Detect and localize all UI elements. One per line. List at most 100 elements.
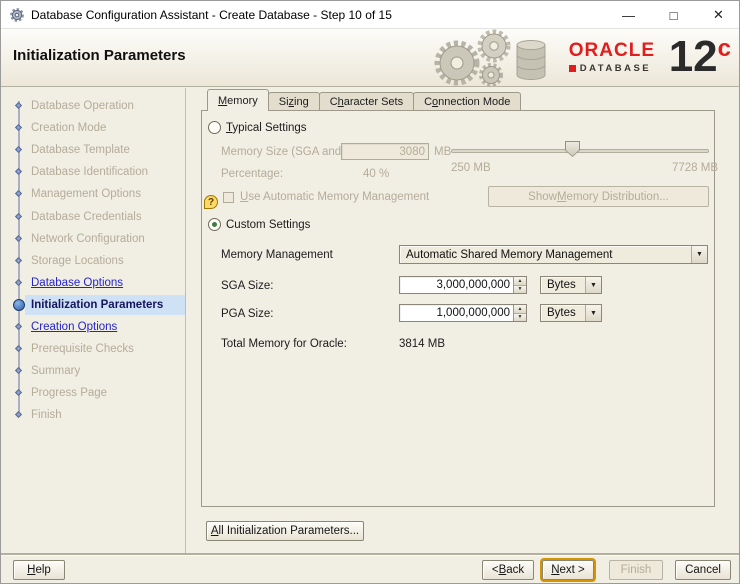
sidebar-item-network-configuration: Network Configuration (1, 228, 186, 250)
oracle-logo: ORACLE DATABASE (568, 40, 655, 74)
step-bullet-icon (14, 190, 22, 198)
database-wordmark: DATABASE (579, 63, 652, 74)
version-letter: c (717, 35, 731, 62)
step-bullet-icon (14, 278, 22, 286)
step-bullet-icon (14, 389, 22, 397)
window-title: Database Configuration Assistant - Creat… (31, 8, 392, 22)
header-banner: Initialization Parameters ORACLE DATABAS… (1, 29, 739, 87)
sidebar-item-initialization-parameters: Initialization Parameters (1, 294, 186, 316)
gears-icon (434, 29, 511, 87)
step-bullet-icon (14, 411, 22, 419)
sidebar-item-database-identification: Database Identification (1, 161, 186, 183)
pga-size-label: PGA Size: (221, 308, 274, 320)
sga-size-label: SGA Size: (221, 280, 274, 292)
slider-max-label: 7728 MB (672, 162, 719, 174)
step-bullet-icon (14, 367, 22, 375)
all-initialization-parameters-button[interactable]: All Initialization Parameters... (206, 521, 364, 541)
total-memory-value: 3814 MB (399, 338, 446, 350)
total-memory-label: Total Memory for Oracle: (221, 338, 347, 350)
pga-spinner-down-icon[interactable]: ▼ (514, 313, 526, 321)
sidebar-item-creation-options[interactable]: Creation Options (1, 316, 186, 338)
sidebar-item-management-options: Management Options (1, 183, 186, 205)
tab-memory[interactable]: Memory (207, 89, 269, 111)
back-button[interactable]: < Back (482, 560, 534, 580)
step-bullet-icon (14, 234, 22, 242)
custom-settings-label: Custom Settings (226, 219, 311, 231)
app-icon (10, 8, 24, 22)
percentage-value: 40 % (363, 168, 390, 180)
step-bullet-icon (14, 322, 22, 331)
radio-selected-dot-icon (212, 222, 217, 227)
oracle-wordmark: ORACLE (568, 40, 655, 61)
sidebar-item-database-credentials: Database Credentials (1, 205, 186, 227)
typical-settings-radio[interactable] (208, 121, 221, 134)
sidebar-item-creation-mode: Creation Mode (1, 117, 186, 139)
memory-management-select[interactable]: Automatic Shared Memory Management ▼ (399, 245, 708, 264)
chevron-down-icon: ▼ (585, 277, 601, 293)
gears-database-graphic (434, 29, 546, 87)
pga-spinner-up-icon[interactable]: ▲ (514, 305, 526, 314)
help-button[interactable]: Help (13, 560, 65, 580)
wizard-steps-sidebar: Database Operation Creation Mode Databas… (1, 88, 186, 553)
memory-size-unit-label: MB (434, 146, 452, 158)
sga-spinner-up-icon[interactable]: ▲ (514, 277, 526, 286)
step-bullet-icon (14, 345, 22, 353)
title-bar: Database Configuration Assistant - Creat… (1, 1, 739, 29)
minimize-button[interactable]: — (606, 1, 651, 29)
sga-unit-value: Bytes (547, 279, 576, 291)
amm-checkbox (223, 192, 234, 203)
memory-size-field (341, 143, 429, 160)
show-memory-distribution-button: Show Memory Distribution... (488, 186, 709, 207)
pga-unit-select[interactable]: Bytes ▼ (540, 304, 602, 322)
dbca-window: Database Configuration Assistant - Creat… (0, 0, 740, 584)
pga-size-input[interactable] (400, 305, 513, 321)
oracle-red-square-icon (568, 65, 576, 72)
percentage-label: Percentage: (221, 168, 284, 180)
tab-connection-mode[interactable]: Co nnection Mode (413, 92, 522, 110)
sga-unit-select[interactable]: Bytes ▼ (540, 276, 602, 294)
step-bullet-icon (14, 124, 22, 132)
sga-size-input[interactable] (400, 277, 513, 293)
pga-spinner[interactable]: ▲ ▼ (513, 305, 526, 321)
step-bullet-icon (14, 256, 22, 264)
amm-checkbox-label: Use Automatic Memory Management (240, 191, 430, 203)
sidebar-item-summary: Summary (1, 360, 186, 382)
database-cylinder-icon (516, 40, 546, 80)
chevron-down-icon: ▼ (585, 305, 601, 321)
page-title: Initialization Parameters (13, 47, 186, 64)
tab-bar: Memory Si z ing Ch aracter Sets Co nnection … (207, 89, 522, 111)
step-bullet-icon (14, 146, 22, 154)
finish-button: Finish (609, 560, 663, 580)
chevron-down-icon: ▼ (691, 246, 707, 263)
maximize-button[interactable]: □ (651, 1, 696, 29)
current-step-icon (12, 298, 25, 311)
next-button[interactable]: Next > (542, 560, 594, 580)
close-button[interactable]: ✕ (696, 1, 739, 29)
context-help-icon: ? (204, 195, 218, 209)
pga-unit-value: Bytes (547, 307, 576, 319)
sidebar-item-storage-locations: Storage Locations (1, 250, 186, 272)
sidebar-item-database-operation: Database Operation (1, 95, 186, 117)
step-bullet-icon (14, 102, 22, 110)
sga-size-field[interactable]: ▲ ▼ (399, 276, 527, 294)
sidebar-item-database-options[interactable]: Database Options (1, 272, 186, 294)
cancel-button[interactable]: Cancel (675, 560, 731, 580)
tab-sizing[interactable]: Si z ing (267, 92, 320, 110)
version-number: 12 (668, 32, 718, 81)
sga-spinner-down-icon[interactable]: ▼ (514, 285, 526, 293)
typical-settings-label: Typical Settings (226, 122, 307, 134)
memory-management-label: Memory Management (221, 249, 333, 261)
sidebar-item-progress-page: Progress Page (1, 382, 186, 404)
pga-size-field[interactable]: ▲ ▼ (399, 304, 527, 322)
custom-settings-radio[interactable] (208, 218, 221, 231)
memory-management-value: Automatic Shared Memory Management (406, 248, 613, 261)
memory-slider-track (451, 149, 709, 153)
step-bullet-icon (14, 212, 22, 220)
sga-spinner[interactable]: ▲ ▼ (513, 277, 526, 293)
version-12c: 12 c (669, 35, 731, 79)
sidebar-item-prerequisite-checks: Prerequisite Checks (1, 338, 186, 360)
slider-min-label: 250 MB (451, 162, 491, 174)
step-bullet-icon (14, 168, 22, 176)
tab-character-sets[interactable]: Ch aracter Sets (318, 92, 415, 110)
sidebar-item-finish: Finish (1, 404, 186, 426)
